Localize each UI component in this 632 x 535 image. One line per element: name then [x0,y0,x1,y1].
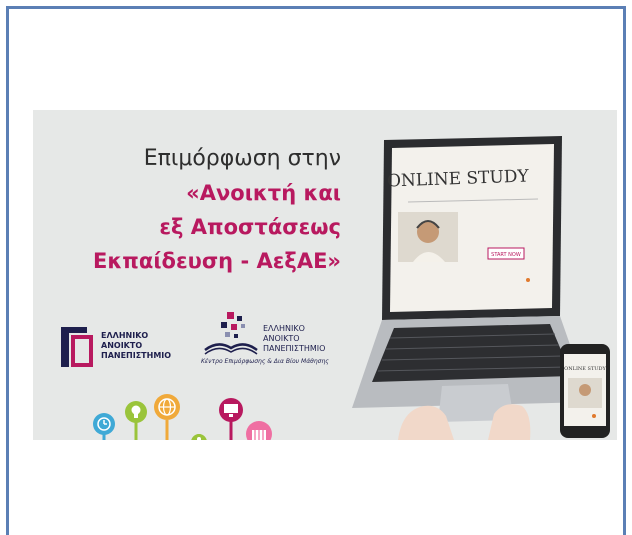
kedivim-logo-text-3: ΠΑΝΕΠΙΣΤΗΜΙΟ [263,344,326,353]
banner-headline: Επιμόρφωση στην «Ανοικτή και εξ Αποστάσε… [93,142,341,278]
frame-right-border [623,6,626,535]
headline-line-3: εξ Αποστάσεως [159,215,341,239]
frame-left-border [6,6,9,535]
kedivim-logo-text-2: ΑΝΟΙΚΤΟ [263,334,300,343]
eap-logo: ΕΛΛΗΝΙΚΟ ΑΝΟΙΚΤΟ ΠΑΝΕΠΙΣΤΗΜΙΟ [61,325,191,375]
eap-logo-mark [61,327,93,367]
smartphone-illustration: ONLINE STUDY [560,344,610,438]
kedivim-logo: ΕΛΛΗΝΙΚΟ ΑΝΟΙΚΤΟ ΠΑΝΕΠΙΣΤΗΜΙΟ Κέντρο Επι… [201,310,361,370]
book-pixels-icon [204,312,258,355]
kedivim-logo-subtitle: Κέντρο Επιμόρφωσης & Δια Βίου Μάθησης [201,358,329,365]
screen-start-button: START NOW [491,252,521,258]
phone-title: ONLINE STUDY [564,366,606,372]
promo-banner: Επιμόρφωση στην «Ανοικτή και εξ Αποστάσε… [33,110,617,440]
frame-top-border [6,6,626,9]
eap-logo-text-2: ΑΝΟΙΚΤΟ [101,341,143,350]
eap-logo-text-1: ΕΛΛΗΝΙΚΟ [101,331,149,340]
kedivim-logo-text-1: ΕΛΛΗΝΙΚΟ [263,324,305,333]
laptop-keyboard [372,324,572,382]
eap-logo-text-3: ΠΑΝΕΠΙΣΤΗΜΙΟ [101,351,172,360]
headline-line-4: Εκπαίδευση - ΑεξΑΕ» [93,249,341,273]
headline-line-1: Επιμόρφωση στην [143,146,341,171]
education-icons-cluster [93,394,272,440]
headline-line-2: «Ανοικτή και [186,181,341,205]
